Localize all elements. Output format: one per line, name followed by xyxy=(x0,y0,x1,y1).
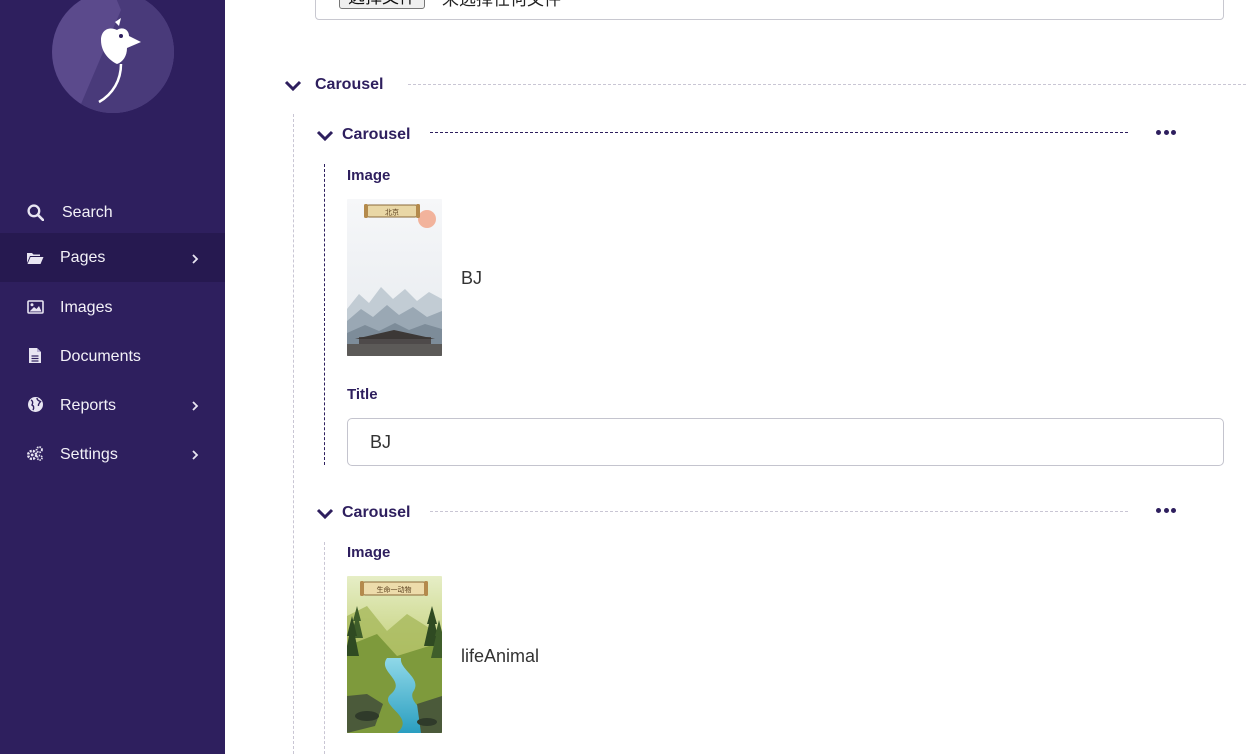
title-input[interactable] xyxy=(347,418,1224,466)
sidebar-item-label: Settings xyxy=(60,446,118,463)
more-actions-icon[interactable] xyxy=(1156,130,1176,136)
title-field-label: Title xyxy=(347,386,378,403)
chevron-right-icon xyxy=(189,399,201,411)
carousel-child-header[interactable]: Carousel xyxy=(316,504,410,522)
chevron-down-icon[interactable] xyxy=(284,79,302,92)
wagtail-logo-icon[interactable] xyxy=(51,0,175,114)
chevron-right-icon xyxy=(189,252,201,264)
sidebar-item-label: Images xyxy=(60,299,113,316)
sidebar-item-label: Pages xyxy=(60,249,106,266)
image-title: BJ xyxy=(461,268,483,288)
child-guide-line xyxy=(324,164,325,465)
page-editor: 选择文件 未选择任何文件 Carousel Carousel Image xyxy=(225,0,1246,754)
stream-guide-line xyxy=(293,114,294,754)
image-field-label: Image xyxy=(347,167,391,184)
chevron-right-icon xyxy=(189,448,201,460)
image-thumbnail-lifeanimal[interactable]: 生命一动物 xyxy=(347,576,442,733)
sidebar: Search Pages Images Documents Reports Se… xyxy=(0,0,225,754)
image-field-label: Image xyxy=(347,544,391,561)
choose-file-button[interactable]: 选择文件 xyxy=(339,0,425,9)
child-guide-line xyxy=(324,542,325,754)
carousel-child-header[interactable]: Carousel xyxy=(316,126,410,144)
section-title: Carousel xyxy=(315,76,384,93)
section-divider xyxy=(408,84,1246,85)
cogs-icon xyxy=(26,445,44,463)
child-title: Carousel xyxy=(342,504,411,521)
sidebar-item-label: Search xyxy=(62,204,113,221)
globe-icon xyxy=(26,396,44,414)
file-status-text: 未选择任何文件 xyxy=(442,0,561,10)
image-title: lifeAnimal xyxy=(461,646,540,666)
chevron-down-icon[interactable] xyxy=(316,129,334,142)
child-divider xyxy=(430,511,1128,512)
sidebar-item-label: Documents xyxy=(60,348,141,365)
sidebar-item-images[interactable]: Images xyxy=(0,282,225,331)
more-actions-icon[interactable] xyxy=(1156,508,1176,514)
svg-text:北京: 北京 xyxy=(385,208,399,217)
carousel-section-header[interactable]: Carousel xyxy=(284,76,383,94)
image-icon xyxy=(26,298,44,316)
child-title: Carousel xyxy=(342,126,411,143)
sidebar-item-settings[interactable]: Settings xyxy=(0,429,225,478)
file-input[interactable]: 选择文件 未选择任何文件 xyxy=(315,0,1224,20)
sidebar-item-label: Reports xyxy=(60,397,117,414)
search-icon xyxy=(26,204,44,222)
chevron-down-icon[interactable] xyxy=(316,507,334,520)
child-divider xyxy=(430,132,1128,133)
folder-open-icon xyxy=(26,249,44,267)
sidebar-item-documents[interactable]: Documents xyxy=(0,331,225,380)
sidebar-item-pages[interactable]: Pages xyxy=(0,233,225,282)
sidebar-item-reports[interactable]: Reports xyxy=(0,380,225,429)
document-icon xyxy=(26,347,44,365)
sidebar-item-search[interactable]: Search xyxy=(0,188,225,237)
svg-text:生命一动物: 生命一动物 xyxy=(377,585,412,594)
image-thumbnail-bj[interactable]: 北京 xyxy=(347,199,442,356)
